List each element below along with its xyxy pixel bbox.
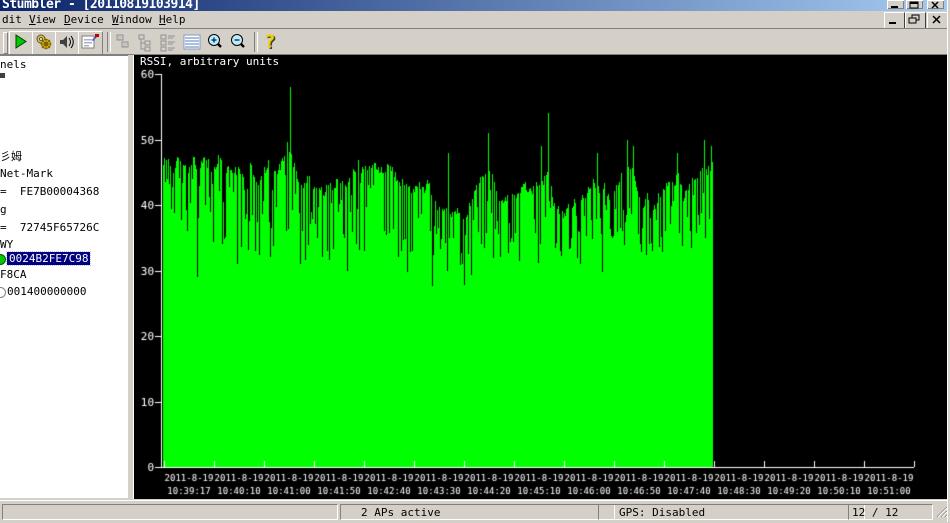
- status-panel-empty: [2, 504, 338, 520]
- status-aps-active: 2 APs active: [340, 504, 615, 520]
- tree-view-button-disabled[interactable]: [134, 31, 157, 53]
- new-document-button-disabled[interactable]: [111, 31, 134, 53]
- table-view-icon: [181, 31, 204, 53]
- audio-button[interactable]: [55, 31, 80, 55]
- title-bar: Stumbler - [20110819103914]: [0, 0, 947, 11]
- zoom-out-button[interactable]: [227, 31, 250, 53]
- details-icon: [157, 31, 180, 53]
- window-maximize-button[interactable]: [906, 0, 923, 9]
- close-icon: [927, 1, 944, 10]
- mdi-restore-icon: [906, 13, 923, 26]
- window-title: Stumbler - [20110819103914]: [2, 0, 200, 11]
- maximize-icon: [906, 1, 923, 10]
- tree-item[interactable]: nels: [0, 58, 27, 71]
- options-button[interactable]: [32, 31, 57, 55]
- mdi-minimize-button[interactable]: [884, 12, 905, 29]
- tree-item[interactable]: Net-Mark: [0, 167, 53, 180]
- play-button[interactable]: [9, 31, 34, 55]
- tree-item[interactable]: = FE7B00004368: [0, 185, 99, 198]
- tree-item[interactable]: WY: [0, 238, 13, 251]
- menu-device[interactable]: Device: [64, 13, 104, 26]
- chart-panel: RSSI, arbitrary units: [133, 55, 947, 499]
- gears-icon: [33, 32, 54, 52]
- ap-tree-panel[interactable]: nels 彡姆 Net-Mark = FE7B00004368 g = 72745F657…: [0, 55, 128, 498]
- zoom-in-button[interactable]: [204, 31, 227, 53]
- status-page-count: 12 / 12: [848, 504, 933, 520]
- properties-icon: [79, 32, 100, 52]
- menu-dit[interactable]: dit: [2, 13, 22, 26]
- clipped-tree-item: [0, 73, 5, 78]
- menu-help[interactable]: Help: [159, 13, 186, 26]
- green-circle-icon: [0, 254, 6, 265]
- tree-item[interactable]: = 72745F65726C: [0, 221, 99, 234]
- tree-item[interactable]: g: [0, 203, 7, 216]
- tree-item[interactable]: F8CA: [0, 268, 27, 281]
- play-icon: [10, 32, 31, 52]
- zoom-in-icon: [204, 31, 227, 53]
- chart-title: RSSI, arbitrary units: [140, 55, 279, 68]
- window-minimize-button[interactable]: [887, 0, 904, 9]
- menu-window[interactable]: Window: [112, 13, 152, 26]
- tree-item[interactable]: 彡姆: [0, 148, 22, 164]
- new-document-icon: [111, 31, 134, 53]
- speaker-icon: [56, 32, 77, 52]
- mdi-restore-button[interactable]: [905, 12, 926, 29]
- tree-view-icon: [134, 31, 157, 53]
- menu-view[interactable]: View: [29, 13, 56, 26]
- toolbar-grip[interactable]: [3, 32, 8, 54]
- toolbar: ? ?: [0, 29, 947, 54]
- gray-circle-icon: [0, 287, 6, 298]
- mdi-minimize-icon: [885, 13, 902, 26]
- window-close-button[interactable]: [927, 0, 944, 9]
- rssi-chart-canvas: [134, 55, 947, 499]
- tree-item[interactable]: 0024B2FE7C98: [7, 252, 90, 265]
- details-button-disabled[interactable]: [157, 31, 180, 53]
- mdi-close-button[interactable]: [927, 12, 948, 29]
- help-icon: ? ?: [258, 31, 281, 53]
- menu-bar: dit View Device Window Help: [0, 11, 947, 28]
- resize-grip[interactable]: [934, 504, 948, 519]
- help-button[interactable]: ? ?: [258, 31, 281, 53]
- zoom-out-icon: [227, 31, 250, 53]
- status-bar: 2 APs active GPS: Disabled 12 / 12: [0, 500, 950, 523]
- mdi-close-icon: [928, 13, 945, 26]
- minimize-icon: [887, 1, 904, 10]
- properties-button[interactable]: [78, 31, 103, 55]
- svg-text:?: ?: [264, 31, 275, 53]
- status-gps: GPS: Disabled: [598, 504, 865, 520]
- table-view-button[interactable]: [181, 31, 204, 53]
- tree-item[interactable]: 001400000000: [7, 285, 86, 298]
